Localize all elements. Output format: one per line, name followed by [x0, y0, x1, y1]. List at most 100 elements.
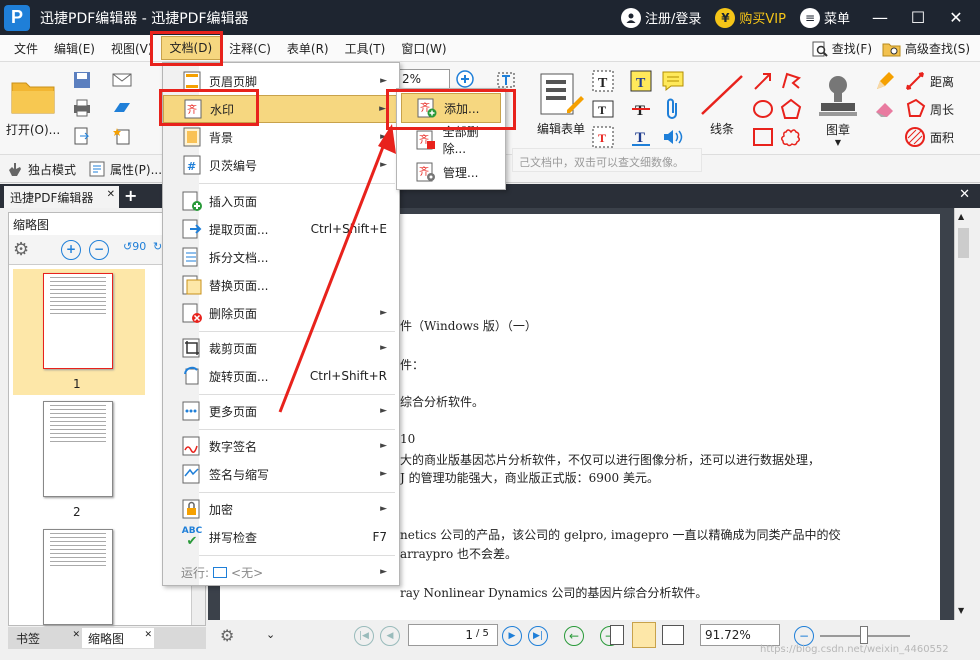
- submenu-item-manage[interactable]: 齐 管理...: [401, 157, 501, 187]
- menu-item-background[interactable]: 背景 ►: [163, 123, 401, 151]
- edit-form-button[interactable]: 编辑表单: [534, 68, 588, 140]
- menu-item-replace-pages[interactable]: 替换页面...: [163, 271, 401, 299]
- strikeout-icon[interactable]: T: [628, 96, 654, 122]
- menu-item-sign-initial[interactable]: 签名与缩写 ►: [163, 460, 401, 488]
- menu-comment[interactable]: 注释(C): [221, 40, 279, 57]
- menu-document[interactable]: 文档(D): [160, 36, 222, 60]
- area-button[interactable]: 面积: [904, 124, 974, 150]
- exclusive-mode-button[interactable]: 独占模式: [6, 158, 76, 180]
- rectangle-tool-icon[interactable]: [750, 124, 776, 150]
- menu-item-more-pages[interactable]: 更多页面 ►: [163, 397, 401, 425]
- single-page-icon[interactable]: [610, 625, 624, 645]
- scroll-down-icon[interactable]: ▼: [958, 606, 964, 615]
- menu-item-split-document[interactable]: 拆分文档...: [163, 243, 401, 271]
- stamp-dropdown-icon[interactable]: ▼: [835, 138, 841, 147]
- thumbnail-page-2[interactable]: [43, 401, 113, 497]
- menu-window[interactable]: 窗口(W): [393, 40, 454, 57]
- line-tool-button[interactable]: 线条: [696, 68, 748, 140]
- menu-edit[interactable]: 编辑(E): [46, 40, 103, 57]
- properties-button[interactable]: 属性(P)...: [88, 158, 162, 180]
- scan-icon[interactable]: [110, 96, 134, 120]
- menu-item-delete-pages[interactable]: 删除页面 ►: [163, 299, 401, 327]
- minimize-button[interactable]: —: [864, 8, 896, 27]
- close-button[interactable]: ✕: [940, 8, 972, 27]
- menu-view[interactable]: 视图(V): [103, 40, 161, 57]
- menu-item-bates-numbering[interactable]: # 贝茨编号 ►: [163, 151, 401, 179]
- zoom-in-icon[interactable]: [454, 68, 476, 90]
- find-button[interactable]: 查找(F): [811, 40, 872, 58]
- bookmarks-tab[interactable]: 书签 ✕: [10, 628, 82, 648]
- submenu-item-add[interactable]: 齐 添加...: [401, 93, 501, 123]
- settings-gear-icon[interactable]: ⚙: [13, 239, 29, 260]
- menu-file[interactable]: 文件: [6, 40, 46, 57]
- menu-item-digital-signature[interactable]: 数字签名 ►: [163, 432, 401, 460]
- rotate-right-icon[interactable]: ↻: [153, 240, 162, 253]
- facing-page-icon[interactable]: [662, 625, 684, 645]
- menu-item-header-footer[interactable]: 页眉页脚 ►: [163, 67, 401, 95]
- note-icon[interactable]: [660, 68, 686, 94]
- scroll-up-icon[interactable]: ▲: [958, 212, 964, 221]
- menu-item-extract-pages[interactable]: 提取页面... Ctrl+Shift+E: [163, 215, 401, 243]
- document-tab[interactable]: 迅捷PDF编辑器 ✕: [4, 186, 119, 208]
- page-arrow-icon[interactable]: [70, 124, 94, 148]
- zoom-combo[interactable]: 2%: [398, 69, 450, 89]
- email-icon[interactable]: [110, 68, 134, 92]
- document-vertical-scrollbar[interactable]: ▲ ▼: [954, 208, 972, 620]
- eraser-icon[interactable]: [872, 96, 898, 122]
- cloud-tool-icon[interactable]: [778, 124, 804, 150]
- distance-button[interactable]: 距离: [904, 68, 974, 94]
- menu-item-rotate-pages[interactable]: 旋转页面... Ctrl+Shift+R: [163, 362, 401, 390]
- new-page-icon[interactable]: [110, 124, 134, 148]
- first-page-icon[interactable]: |◀: [354, 626, 374, 646]
- bookmarks-tab-close-icon[interactable]: ✕: [72, 630, 80, 640]
- sound-icon[interactable]: [660, 124, 686, 150]
- menu-tools[interactable]: 工具(T): [337, 40, 394, 57]
- scroll-thumb[interactable]: [958, 228, 969, 258]
- menu-item-spell-check[interactable]: ABC ✔ 拼写检查 F7: [163, 523, 401, 551]
- polygon-tool-icon[interactable]: [778, 96, 804, 122]
- close-all-tabs-icon[interactable]: ✕: [959, 187, 970, 202]
- textbox-icon[interactable]: T: [590, 96, 616, 122]
- zoom-in-thumb-icon[interactable]: +: [61, 240, 81, 260]
- thumbnail-page-1[interactable]: [43, 273, 113, 369]
- thumbnails-tab[interactable]: 缩略图 ✕: [82, 628, 154, 648]
- pencil-icon[interactable]: [872, 68, 898, 94]
- callout-text-icon[interactable]: T: [590, 124, 616, 150]
- add-tab-icon[interactable]: +: [124, 186, 137, 205]
- rotate-left-icon[interactable]: ↺90: [123, 240, 146, 253]
- collapse-icon[interactable]: ⌄: [266, 628, 275, 641]
- menu-item-watermark[interactable]: 齐 水印 ►: [163, 95, 401, 123]
- submenu-item-delete-all[interactable]: 齐 全部删除...: [401, 125, 501, 156]
- arrow-tool-icon[interactable]: [750, 68, 776, 94]
- perimeter-button[interactable]: 周长: [904, 96, 974, 122]
- open-button[interactable]: 打开(O)...: [6, 70, 60, 142]
- menu-item-crop-pages[interactable]: 裁剪页面 ►: [163, 334, 401, 362]
- menu-item-encrypt[interactable]: 加密 ►: [163, 495, 401, 523]
- zoom-out-thumb-icon[interactable]: −: [89, 240, 109, 260]
- print-icon[interactable]: [70, 96, 94, 120]
- login-button[interactable]: 注册/登录: [621, 7, 701, 28]
- attachment-icon[interactable]: [660, 96, 686, 122]
- menu-item-insert-page[interactable]: 插入页面: [163, 187, 401, 215]
- highlight-text-icon[interactable]: T: [628, 68, 654, 94]
- polygon-line-icon[interactable]: [778, 68, 804, 94]
- maximize-button[interactable]: ☐: [902, 8, 934, 27]
- menu-form[interactable]: 表单(R): [279, 40, 337, 57]
- save-icon[interactable]: [70, 68, 94, 92]
- thumbnail-page-3[interactable]: [43, 529, 113, 625]
- stamp-button[interactable]: 图章 ▼: [810, 68, 866, 152]
- document-tab-close-icon[interactable]: ✕: [107, 189, 115, 200]
- menu-item-run[interactable]: 运行: <无> ►: [163, 558, 401, 586]
- thumbnails-tab-close-icon[interactable]: ✕: [144, 630, 152, 640]
- continuous-page-icon[interactable]: [632, 622, 656, 648]
- prev-page-icon[interactable]: ◀: [380, 626, 400, 646]
- back-icon[interactable]: ←: [564, 626, 584, 646]
- status-settings-icon[interactable]: ⚙: [220, 626, 234, 645]
- menu-button[interactable]: ≡ 菜单: [799, 7, 850, 28]
- zoom-slider-thumb[interactable]: [860, 626, 868, 644]
- advanced-find-button[interactable]: 高级查找(S): [882, 40, 970, 58]
- ellipse-tool-icon[interactable]: [750, 96, 776, 122]
- underline-icon[interactable]: T: [628, 124, 654, 150]
- last-page-icon[interactable]: ▶|: [528, 626, 548, 646]
- zoom-out-status-icon[interactable]: −: [794, 626, 814, 646]
